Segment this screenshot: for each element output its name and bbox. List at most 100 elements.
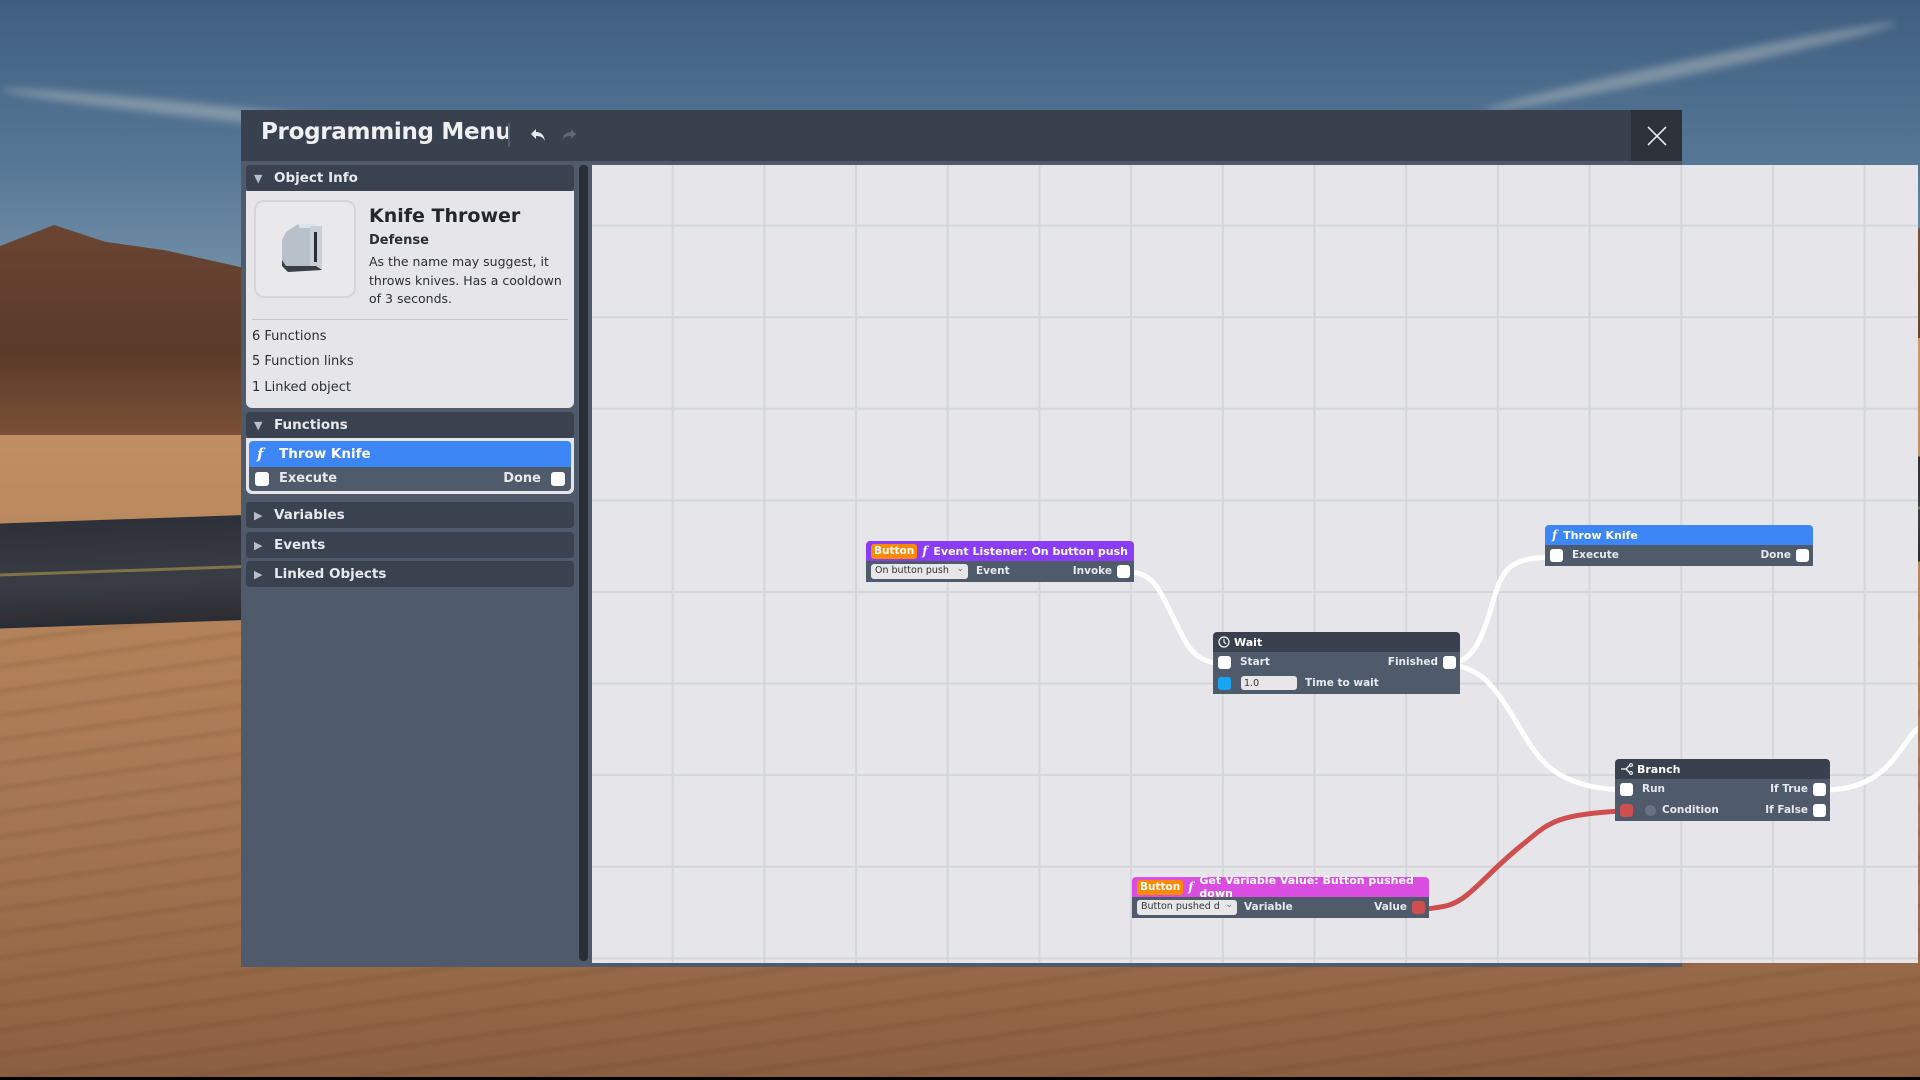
function-title-bar[interactable]: f Throw Knife xyxy=(249,441,571,467)
wire-invoke-to-start xyxy=(1123,569,1228,667)
time-port[interactable] xyxy=(1218,677,1231,690)
node-row: Run If True xyxy=(1615,779,1830,800)
dropdown-value: On button push xyxy=(875,565,949,576)
node-title: Branch xyxy=(1637,762,1681,776)
event-label: Event xyxy=(976,565,1010,577)
title-divider xyxy=(508,123,510,147)
node-header[interactable]: Branch xyxy=(1615,759,1830,779)
node-wait[interactable]: Wait Start Finished Time to wait xyxy=(1213,632,1460,695)
section-variables[interactable]: ▶ Variables xyxy=(246,502,574,528)
invoke-port[interactable] xyxy=(1117,565,1130,578)
object-thumbnail xyxy=(254,200,356,298)
close-button[interactable] xyxy=(1631,110,1682,161)
object-category: Defense xyxy=(369,233,429,248)
function-f-icon: f xyxy=(922,544,928,558)
object-info-card: Knife Thrower Defense As the name may su… xyxy=(246,191,574,408)
object-name: Knife Thrower xyxy=(369,205,521,227)
close-x-icon xyxy=(1646,125,1667,146)
wire-finished-to-run xyxy=(1447,661,1627,793)
object-tag: Button xyxy=(1137,879,1184,895)
invoke-label: Invoke xyxy=(1072,565,1112,577)
section-label: Object Info xyxy=(274,170,358,186)
node-row: Button pushed d ⌄ Variable Value xyxy=(1132,897,1429,918)
function-f-icon: f xyxy=(1188,880,1194,894)
node-throw-knife[interactable]: f Throw Knife Execute Done xyxy=(1545,525,1813,566)
variable-label: Variable xyxy=(1244,901,1293,913)
section-linked-objects[interactable]: ▶ Linked Objects xyxy=(246,561,574,587)
section-object-info[interactable]: ▼ Object Info xyxy=(246,165,574,191)
if-true-label: If True xyxy=(1770,783,1808,795)
if-false-port[interactable] xyxy=(1813,804,1826,817)
sidebar: ▼ Object Info Knife Thrower Defense As t… xyxy=(241,161,579,967)
execute-port[interactable] xyxy=(1550,549,1563,562)
node-header[interactable]: Wait xyxy=(1213,632,1460,652)
done-port[interactable] xyxy=(1796,549,1809,562)
stat-functions: 6 Functions xyxy=(252,329,327,344)
section-label: Functions xyxy=(274,417,348,433)
node-header[interactable]: Button f Get Variable Value: Button push… xyxy=(1132,874,1429,900)
node-row: Condition If False xyxy=(1615,800,1830,821)
start-port[interactable] xyxy=(1218,656,1231,669)
object-description: As the name may suggest, it throws knive… xyxy=(369,254,562,306)
node-event-listener[interactable]: Button f Event Listener: On button push … xyxy=(866,541,1134,583)
node-header[interactable]: f Throw Knife xyxy=(1545,525,1813,545)
section-functions[interactable]: ▼ Functions xyxy=(246,412,574,438)
node-title: Event Listener: On button push xyxy=(933,544,1128,558)
condition-default-toggle[interactable] xyxy=(1645,805,1656,816)
branch-icon xyxy=(1620,763,1633,775)
finished-label: Finished xyxy=(1387,656,1438,668)
value-port[interactable] xyxy=(1412,901,1425,914)
node-get-variable[interactable]: Button f Get Variable Value: Button push… xyxy=(1132,874,1429,919)
node-header[interactable]: Button f Event Listener: On button push xyxy=(866,541,1134,561)
condition-port[interactable] xyxy=(1620,804,1633,817)
run-port[interactable] xyxy=(1620,783,1633,796)
finished-port[interactable] xyxy=(1443,656,1456,669)
undo-button[interactable] xyxy=(527,124,549,146)
collapsed-triangle-icon: ▶ xyxy=(254,567,263,581)
clock-icon xyxy=(1218,636,1230,648)
node-row: Time to wait xyxy=(1213,673,1460,694)
node-row: On button push ⌄ Event Invoke xyxy=(866,561,1134,582)
function-ports-row: Execute Done xyxy=(249,467,571,491)
programming-menu-window: Programming Menu ▼ Object Info Knife Thr… xyxy=(241,110,1918,967)
condition-label: Condition xyxy=(1662,804,1719,816)
if-true-port[interactable] xyxy=(1813,783,1826,796)
done-port[interactable] xyxy=(551,472,565,486)
sidebar-scrollbar[interactable] xyxy=(579,165,588,961)
expanded-triangle-icon: ▼ xyxy=(254,418,263,432)
event-dropdown[interactable]: On button push ⌄ xyxy=(871,564,968,579)
wire-finished-to-execute xyxy=(1447,554,1555,666)
node-title: Throw Knife xyxy=(1563,528,1638,542)
time-to-wait-label: Time to wait xyxy=(1305,677,1379,689)
function-item-throw-knife[interactable]: f Throw Knife Execute Done xyxy=(246,438,574,494)
execute-port[interactable] xyxy=(255,472,269,486)
redo-arrow-icon xyxy=(562,129,576,141)
section-label: Events xyxy=(274,537,326,553)
chevron-down-icon: ⌄ xyxy=(1225,900,1233,910)
section-events[interactable]: ▶ Events xyxy=(246,532,574,558)
undo-arrow-icon xyxy=(531,129,545,141)
execute-label: Execute xyxy=(279,471,338,486)
divider xyxy=(252,319,568,320)
function-f-icon: f xyxy=(1552,528,1558,542)
redo-button[interactable] xyxy=(558,124,580,146)
wire-if-true-to-offscreen xyxy=(1824,725,1918,793)
value-label: Value xyxy=(1374,901,1407,913)
node-graph-canvas[interactable]: Button f Event Listener: On button push … xyxy=(592,165,1918,963)
if-false-label: If False xyxy=(1765,804,1808,816)
collapsed-triangle-icon: ▶ xyxy=(254,508,263,522)
dropdown-value: Button pushed d xyxy=(1141,901,1220,912)
node-branch[interactable]: Branch Run If True Condition If False xyxy=(1615,759,1830,822)
done-label: Done xyxy=(1760,549,1791,561)
wire-value-to-condition xyxy=(1423,808,1627,912)
knife-thrower-model-icon xyxy=(282,224,322,272)
stat-linked-objects: 1 Linked object xyxy=(252,380,352,395)
function-f-icon: f xyxy=(257,445,264,463)
section-label: Variables xyxy=(274,507,345,523)
run-label: Run xyxy=(1642,783,1666,795)
time-to-wait-input[interactable] xyxy=(1241,676,1297,690)
variable-dropdown[interactable]: Button pushed d ⌄ xyxy=(1137,900,1237,915)
section-label: Linked Objects xyxy=(274,566,387,582)
collapsed-triangle-icon: ▶ xyxy=(254,538,263,552)
chevron-down-icon: ⌄ xyxy=(956,564,964,574)
